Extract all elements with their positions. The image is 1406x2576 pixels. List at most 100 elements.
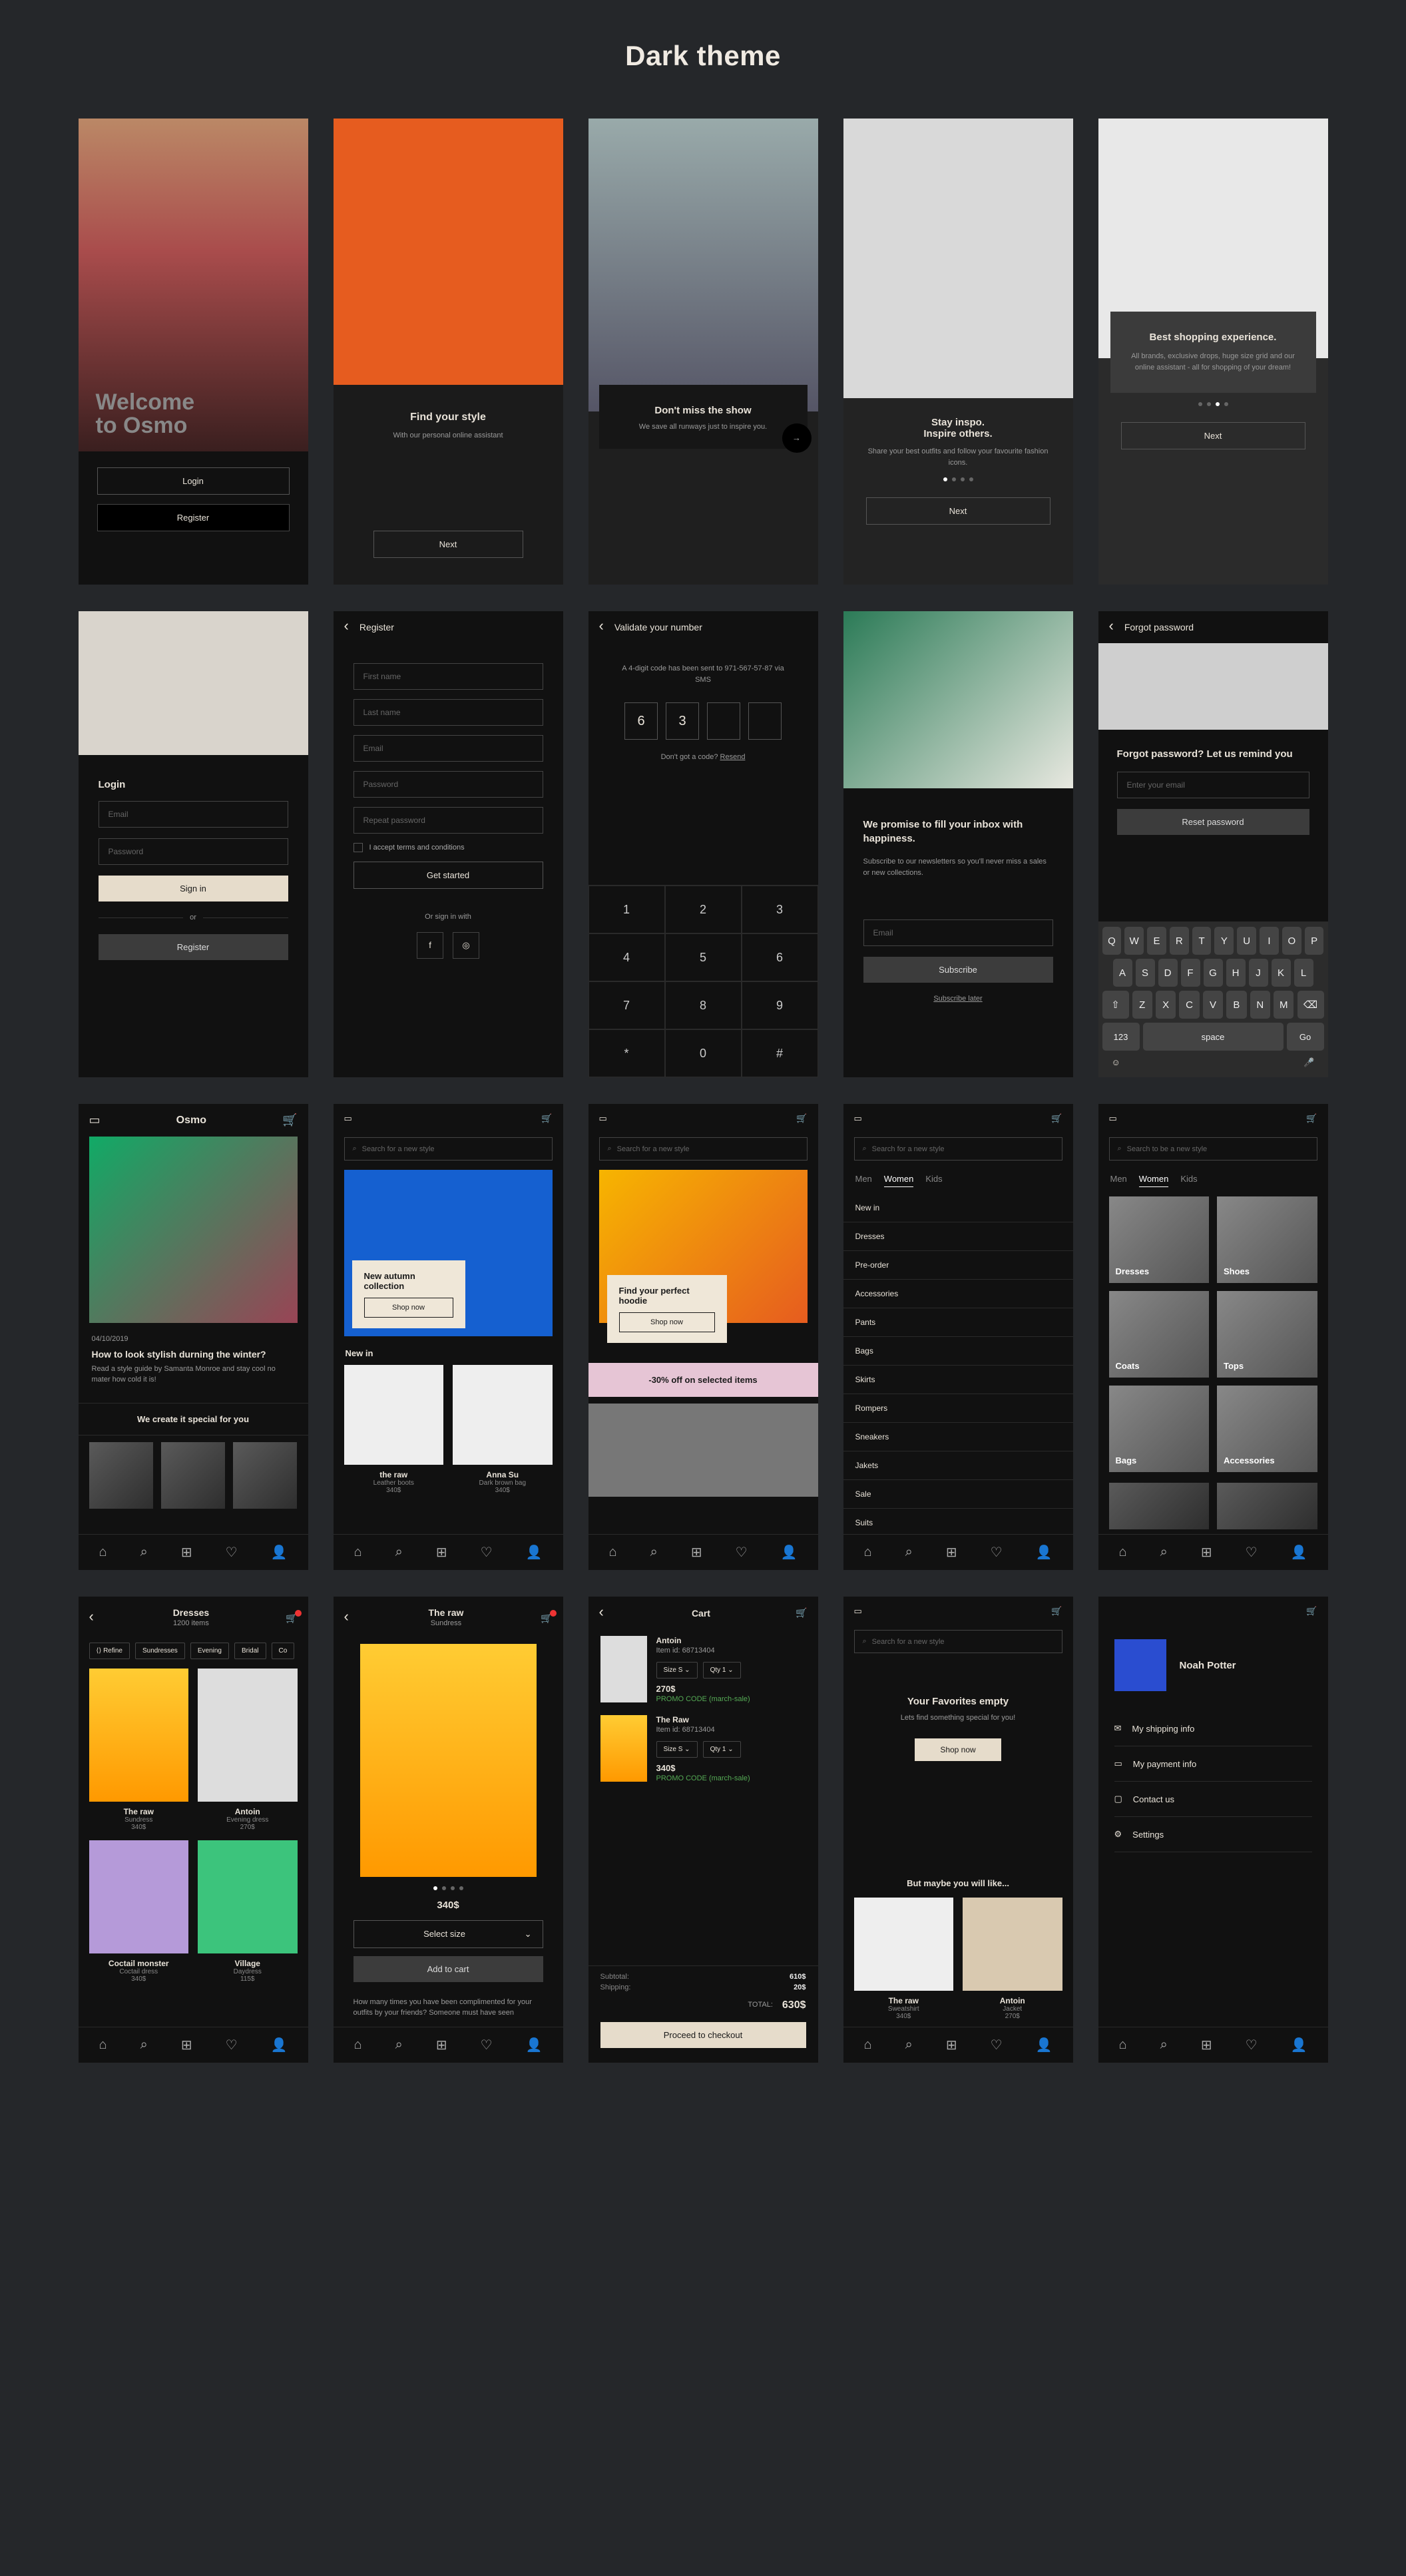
category-tile[interactable]: Bags (1109, 1386, 1210, 1472)
instagram-button[interactable]: ◎ (453, 932, 479, 959)
chat-icon[interactable]: ▭ (89, 1113, 101, 1127)
filter-chip[interactable]: ⟨⟩ Refine (89, 1643, 130, 1659)
home-icon[interactable]: ⌂ (864, 2037, 872, 2053)
add-icon[interactable]: ⊞ (946, 1544, 957, 1561)
shop-now-button[interactable]: Shop now (619, 1312, 715, 1332)
search-input[interactable]: ⌕ Search to be a new style (1109, 1137, 1317, 1160)
home-icon[interactable]: ⌂ (354, 2037, 362, 2053)
category-tile[interactable]: Coats (1109, 1291, 1210, 1378)
tab-men[interactable]: Men (1110, 1174, 1127, 1187)
add-icon[interactable]: ⊞ (946, 2037, 957, 2053)
tab-women[interactable]: Women (884, 1174, 914, 1187)
keyboard-key[interactable]: L (1294, 959, 1313, 987)
email-field[interactable]: Enter your email (1117, 772, 1309, 798)
search-icon[interactable]: ⌕ (140, 1545, 148, 1560)
avatar[interactable] (1114, 1639, 1166, 1691)
keyboard-key[interactable]: O (1282, 927, 1301, 955)
profile-icon[interactable]: 👤 (1291, 2037, 1307, 2053)
category-row[interactable]: Dresses (843, 1222, 1073, 1251)
keypad-key[interactable]: 0 (665, 1029, 742, 1077)
keypad-key[interactable]: 2 (665, 886, 742, 933)
shop-now-button[interactable]: Shop now (364, 1298, 453, 1318)
keyboard-key[interactable]: U (1237, 927, 1256, 955)
qty-select[interactable]: Qty 1 ⌄ (703, 1741, 741, 1758)
back-button[interactable] (344, 1613, 352, 1623)
cart-icon[interactable]: 🛒 (1306, 1606, 1317, 1617)
filter-chip[interactable]: Sundresses (135, 1643, 185, 1659)
keyboard-key[interactable]: V (1203, 991, 1223, 1019)
category-row[interactable]: Accessories (843, 1280, 1073, 1308)
register-button[interactable]: Register (99, 934, 288, 960)
keyboard-key[interactable]: G (1204, 959, 1223, 987)
keyboard-key[interactable]: J (1249, 959, 1268, 987)
keypad-key[interactable]: 4 (588, 933, 665, 981)
code-digit-2[interactable]: 3 (666, 702, 699, 740)
firstname-field[interactable]: First name (353, 663, 543, 690)
chat-icon[interactable]: ▭ (854, 1606, 862, 1617)
heart-icon[interactable]: ♡ (1246, 1544, 1258, 1561)
next-button[interactable]: Next (866, 497, 1051, 525)
filter-chip[interactable]: Evening (190, 1643, 229, 1659)
keyboard-key[interactable]: W (1124, 927, 1144, 955)
add-icon[interactable]: ⊞ (436, 2037, 447, 2053)
size-select[interactable]: Select size⌄ (353, 1920, 543, 1948)
back-button[interactable] (599, 622, 606, 633)
login-button[interactable]: Login (97, 467, 290, 495)
keypad-key[interactable]: 7 (588, 981, 665, 1029)
menu-shipping[interactable]: ✉My shipping info (1114, 1711, 1312, 1746)
keyboard-key[interactable]: Y (1214, 927, 1234, 955)
home-icon[interactable]: ⌂ (864, 1545, 872, 1560)
keyboard-key[interactable]: C (1179, 991, 1199, 1019)
category-row[interactable]: Sale (843, 1480, 1073, 1509)
heart-icon[interactable]: ♡ (991, 2037, 1003, 2053)
keyboard-key[interactable]: Z (1132, 991, 1152, 1019)
home-icon[interactable]: ⌂ (1119, 1545, 1127, 1560)
tab-men[interactable]: Men (855, 1174, 872, 1187)
profile-icon[interactable]: 👤 (1036, 1544, 1053, 1561)
keyboard-key[interactable]: D (1158, 959, 1178, 987)
keyboard-key[interactable]: E (1147, 927, 1166, 955)
product-card[interactable]: AntoinJacket270$ (963, 1898, 1062, 2020)
product-card[interactable]: The rawSweatshirt340$ (854, 1898, 954, 2020)
emoji-icon[interactable]: ☺ (1112, 1057, 1120, 1068)
tab-women[interactable]: Women (1139, 1174, 1169, 1187)
category-row[interactable]: Bags (843, 1337, 1073, 1366)
keyboard-key[interactable]: S (1136, 959, 1155, 987)
category-row[interactable]: Jakets (843, 1451, 1073, 1480)
category-row[interactable]: Rompers (843, 1394, 1073, 1423)
cart-icon[interactable]: 🛒 (1051, 1113, 1062, 1124)
search-icon[interactable]: ⌕ (395, 2037, 403, 2053)
key-123[interactable]: 123 (1102, 1023, 1140, 1051)
code-digit-3[interactable] (707, 702, 740, 740)
profile-icon[interactable]: 👤 (781, 1544, 798, 1561)
search-input[interactable]: ⌕ Search for a new style (344, 1137, 553, 1160)
keyboard-key[interactable]: P (1305, 927, 1324, 955)
profile-icon[interactable]: 👤 (526, 1544, 543, 1561)
category-row[interactable]: New in (843, 1194, 1073, 1222)
register-button[interactable]: Register (97, 504, 290, 531)
facebook-button[interactable]: f (417, 932, 443, 959)
keypad-key[interactable]: 1 (588, 886, 665, 933)
code-digit-1[interactable]: 6 (624, 702, 658, 740)
password-field[interactable]: Password (353, 771, 543, 798)
cart-icon[interactable]: 🛒 (286, 1613, 297, 1624)
category-row[interactable]: Sneakers (843, 1423, 1073, 1451)
repeat-password-field[interactable]: Repeat password (353, 807, 543, 834)
add-icon[interactable]: ⊞ (1201, 1544, 1212, 1561)
cart-icon[interactable]: 🛒 (796, 1607, 807, 1619)
add-icon[interactable]: ⊞ (181, 2037, 192, 2053)
keyboard-key[interactable]: N (1250, 991, 1270, 1019)
category-tile[interactable]: Accessories (1217, 1386, 1317, 1472)
signin-button[interactable]: Sign in (99, 876, 288, 902)
cart-icon[interactable]: 🛒 (1051, 1606, 1062, 1617)
search-icon[interactable]: ⌕ (1160, 2037, 1168, 2053)
next-button[interactable]: Next (373, 531, 523, 558)
lastname-field[interactable]: Last name (353, 699, 543, 726)
keyboard-key[interactable]: A (1113, 959, 1132, 987)
heart-icon[interactable]: ♡ (226, 2037, 238, 2053)
qty-select[interactable]: Qty 1 ⌄ (703, 1662, 741, 1678)
profile-icon[interactable]: 👤 (271, 2037, 288, 2053)
subscribe-button[interactable]: Subscribe (863, 957, 1053, 983)
product-card[interactable]: VillageDaydress115$ (198, 1840, 298, 1983)
cart-icon[interactable]: 🛒 (541, 1113, 552, 1124)
